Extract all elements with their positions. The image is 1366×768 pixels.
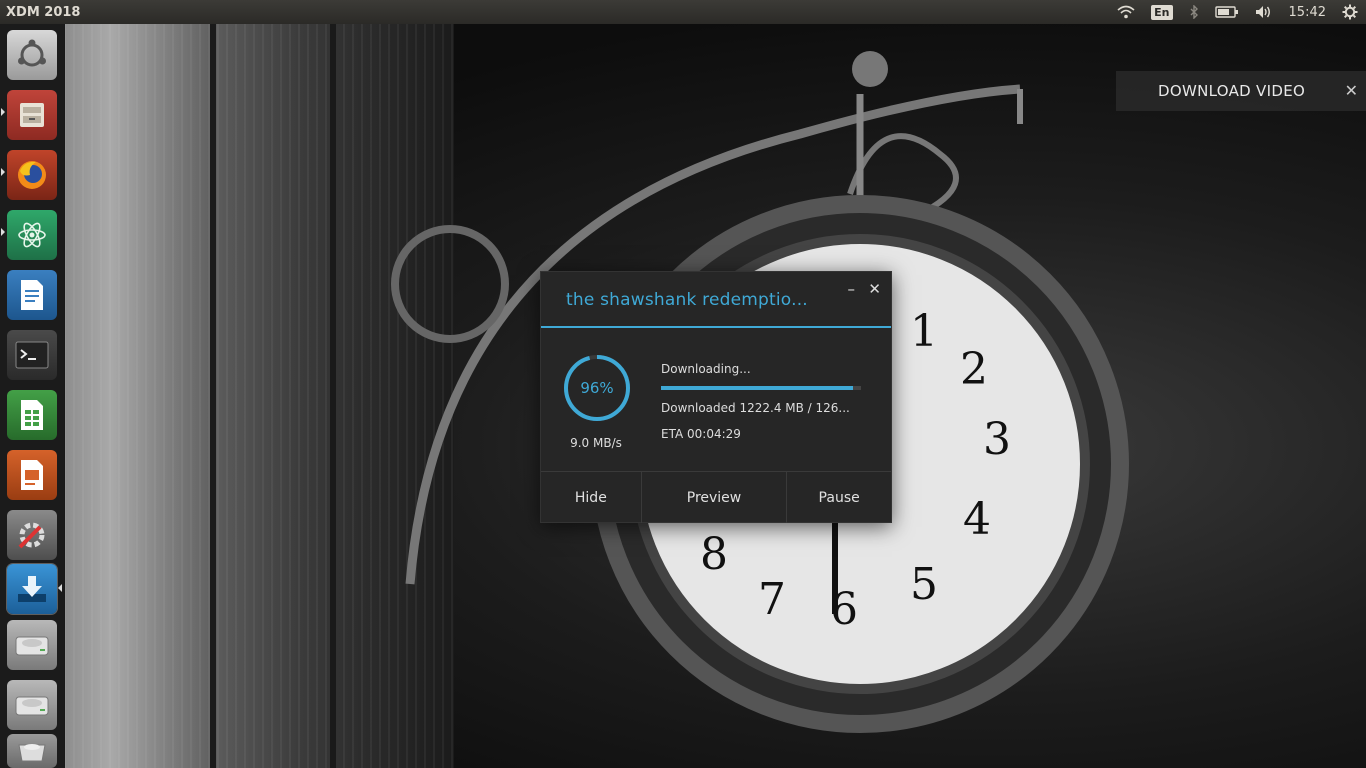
- gear-icon[interactable]: [1334, 0, 1366, 24]
- preview-button[interactable]: Preview: [640, 472, 787, 523]
- indicator-area: En 15:42: [1109, 0, 1366, 24]
- xdm-launcher[interactable]: [7, 564, 57, 614]
- eta-text: ETA 00:04:29: [661, 427, 741, 441]
- battery-icon[interactable]: [1207, 0, 1247, 24]
- spreadsheet-icon: [21, 400, 43, 430]
- libreoffice-calc-launcher[interactable]: [7, 390, 57, 440]
- download-video-label[interactable]: DOWNLOAD VIDEO: [1158, 82, 1305, 100]
- download-speed: 9.0 MB/s: [570, 436, 622, 450]
- svg-text:1: 1: [910, 306, 938, 357]
- svg-text:8: 8: [700, 529, 728, 580]
- progress-bar-fill: [661, 386, 853, 390]
- top-panel: XDM 2018 En 15:42: [0, 0, 1366, 24]
- svg-text:4: 4: [963, 494, 991, 545]
- download-progress-window: the shawshank redemptio... – ✕ 96% 9.0 M…: [540, 271, 892, 523]
- running-indicator: [1, 108, 5, 116]
- focused-indicator: [58, 584, 62, 592]
- libreoffice-writer-launcher[interactable]: [7, 270, 57, 320]
- firefox-launcher[interactable]: [7, 150, 57, 200]
- svg-text:7: 7: [758, 574, 786, 625]
- ubuntu-logo-icon: [18, 39, 46, 67]
- download-arrow-icon: [18, 576, 46, 602]
- trash-launcher[interactable]: [7, 734, 57, 768]
- bluetooth-icon[interactable]: [1181, 0, 1207, 24]
- title-separator: [541, 326, 891, 328]
- terminal-launcher[interactable]: [7, 330, 57, 380]
- progress-percent: 96%: [580, 379, 614, 397]
- files-launcher[interactable]: [7, 90, 57, 140]
- firefox-icon: [18, 161, 46, 189]
- system-settings-launcher[interactable]: [7, 510, 57, 560]
- atom-icon: [18, 222, 46, 248]
- file-cabinet-icon: [20, 103, 44, 127]
- downloaded-size: Downloaded 1222.4 MB / 126...: [661, 401, 850, 415]
- hard-drive-icon: [15, 696, 49, 716]
- pause-button[interactable]: Pause: [786, 472, 891, 523]
- close-icon[interactable]: ✕: [868, 280, 881, 298]
- drive-launcher[interactable]: [7, 620, 57, 670]
- settings-wrench-icon: [18, 522, 45, 549]
- download-file-title: the shawshank redemptio...: [566, 290, 808, 310]
- terminal-icon: [15, 341, 49, 369]
- svg-text:3: 3: [983, 414, 1011, 465]
- wallpaper-plank-gap: [330, 24, 336, 768]
- svg-text:2: 2: [960, 344, 988, 395]
- hard-drive-icon: [15, 636, 49, 656]
- clock[interactable]: 15:42: [1281, 0, 1334, 24]
- presentation-icon: [21, 460, 43, 490]
- drive-launcher[interactable]: [7, 680, 57, 730]
- dialog-button-row: Hide Preview Pause: [541, 471, 891, 523]
- wifi-icon[interactable]: [1109, 0, 1143, 24]
- progress-bar: [661, 386, 861, 390]
- language-label: En: [1151, 4, 1173, 20]
- running-indicator: [1, 168, 5, 176]
- trash-icon: [18, 744, 46, 762]
- hide-button[interactable]: Hide: [541, 472, 641, 523]
- libreoffice-impress-launcher[interactable]: [7, 450, 57, 500]
- svg-text:5: 5: [910, 559, 938, 610]
- atom-launcher[interactable]: [7, 210, 57, 260]
- unity-launcher: [0, 24, 65, 768]
- ubuntu-dash-button[interactable]: [7, 30, 57, 80]
- wallpaper-plank-gap: [210, 24, 216, 768]
- minimize-icon[interactable]: –: [848, 280, 856, 298]
- running-indicator: [1, 228, 5, 236]
- keyboard-language-indicator[interactable]: En: [1143, 0, 1180, 24]
- document-icon: [21, 280, 43, 310]
- close-icon[interactable]: ✕: [1345, 81, 1358, 100]
- download-status: Downloading...: [661, 362, 751, 376]
- active-app-title: XDM 2018: [6, 4, 81, 20]
- volume-icon[interactable]: [1247, 0, 1281, 24]
- download-video-popup[interactable]: DOWNLOAD VIDEO ✕: [1116, 71, 1366, 111]
